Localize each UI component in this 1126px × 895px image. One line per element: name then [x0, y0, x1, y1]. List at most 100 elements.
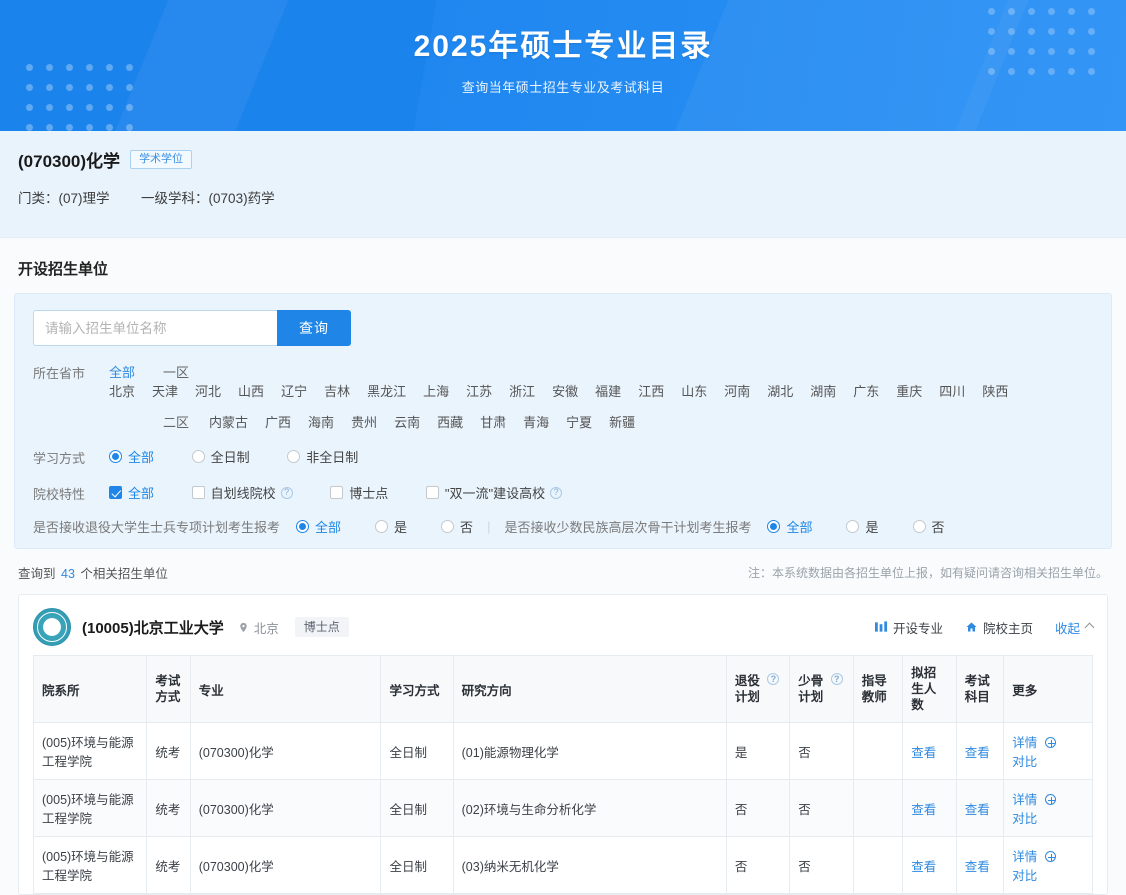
collapse-label: 收起 — [1055, 618, 1080, 637]
province-item[interactable]: 黑龙江 — [367, 381, 406, 400]
cell-study-mode: 全日制 — [381, 837, 453, 894]
school-feature-option-self-line[interactable]: 自划线院校 ? — [192, 483, 293, 502]
cell-major: (070300)化学 — [190, 837, 381, 894]
school-feature-option-double-first-class[interactable]: "双一流"建设高校 ? — [426, 483, 562, 502]
province-item[interactable]: 新疆 — [609, 412, 635, 431]
province-item[interactable]: 甘肃 — [480, 412, 506, 431]
help-icon[interactable]: ? — [831, 673, 843, 685]
compare-link[interactable]: 对比 — [1012, 812, 1037, 826]
page-subtitle: 查询当年硕士招生专业及考试科目 — [462, 77, 665, 96]
view-subjects-link[interactable]: 查看 — [965, 746, 990, 760]
province-item[interactable]: 重庆 — [896, 381, 922, 400]
cell-veteran-plan: 是 — [726, 723, 789, 780]
province-item[interactable]: 山西 — [238, 381, 264, 400]
degree-type-tag: 学术学位 — [130, 150, 192, 169]
detail-link[interactable]: 详情 — [1012, 850, 1037, 864]
detail-link[interactable]: 详情 — [1012, 793, 1037, 807]
view-subjects-link[interactable]: 查看 — [965, 803, 990, 817]
major-name: (070300)化学 — [18, 147, 120, 172]
search-button[interactable]: 查询 — [277, 310, 351, 346]
province-item[interactable]: 江苏 — [466, 381, 492, 400]
province-item[interactable]: 安徽 — [552, 381, 578, 400]
detail-link[interactable]: 详情 — [1012, 736, 1037, 750]
view-plan-count-link[interactable]: 查看 — [911, 803, 936, 817]
province-item[interactable]: 河北 — [195, 381, 221, 400]
th-study-mode: 学习方式 — [381, 656, 453, 723]
province-item[interactable]: 上海 — [423, 381, 449, 400]
cell-teacher — [853, 837, 902, 894]
province-item[interactable]: 宁夏 — [566, 412, 592, 431]
province-item[interactable]: 河南 — [724, 381, 750, 400]
province-item[interactable]: 青海 — [523, 412, 549, 431]
province-item[interactable]: 天津 — [152, 381, 178, 400]
province-item[interactable]: 江西 — [638, 381, 664, 400]
province-item[interactable]: 内蒙古 — [209, 412, 248, 431]
view-plan-count-link[interactable]: 查看 — [911, 860, 936, 874]
school-homepage-button[interactable]: 院校主页 — [965, 618, 1033, 637]
school-feature-option-doctoral[interactable]: 博士点 — [330, 483, 388, 502]
view-plan-count-link[interactable]: 查看 — [911, 746, 936, 760]
province-item[interactable]: 山东 — [681, 381, 707, 400]
minority-option-no[interactable]: 否 — [913, 517, 945, 536]
help-icon[interactable]: ? — [767, 673, 779, 685]
province-item[interactable]: 云南 — [394, 412, 420, 431]
option-label: 非全日制 — [306, 447, 358, 466]
province-item[interactable]: 陕西 — [982, 381, 1008, 400]
help-icon[interactable]: ? — [281, 487, 293, 499]
minority-option-all[interactable]: 全部 — [767, 517, 812, 536]
checkbox-icon — [109, 486, 122, 499]
majors-table-head: 院系所 考试方式 专业 学习方式 研究方向 退役计划 ? — [34, 656, 1093, 723]
province-item[interactable]: 福建 — [595, 381, 621, 400]
school-logo-seal: э — [37, 612, 67, 642]
province-item[interactable]: 广东 — [853, 381, 879, 400]
study-mode-option-fulltime[interactable]: 全日制 — [192, 447, 250, 466]
province-item[interactable]: 海南 — [308, 412, 334, 431]
veteran-option-all[interactable]: 全部 — [296, 517, 341, 536]
cell-teacher — [853, 780, 902, 837]
section-title: 开设招生单位 — [14, 238, 1112, 293]
province-item[interactable]: 辽宁 — [281, 381, 307, 400]
cell-minority-plan: 否 — [790, 723, 853, 780]
open-majors-button[interactable]: 开设专业 — [875, 618, 943, 637]
province-item[interactable]: 湖北 — [767, 381, 793, 400]
view-subjects-link[interactable]: 查看 — [965, 860, 990, 874]
province-item[interactable]: 广西 — [265, 412, 291, 431]
plus-circle-icon[interactable] — [1045, 737, 1056, 748]
zone-label-2[interactable]: 二区 — [163, 412, 209, 431]
study-mode-option-parttime[interactable]: 非全日制 — [287, 447, 358, 466]
compare-link[interactable]: 对比 — [1012, 755, 1037, 769]
cell-direction: (01)能源物理化学 — [453, 723, 726, 780]
help-icon[interactable]: ? — [550, 487, 562, 499]
minority-option-yes[interactable]: 是 — [846, 517, 878, 536]
major-meta: 门类：(07)理学 一级学科：(0703)药学 — [18, 187, 1108, 207]
province-all[interactable]: 全部 — [109, 362, 135, 381]
filter-row-study-mode: 学习方式 全部 全日制 非全日制 — [33, 447, 1093, 467]
veteran-option-yes[interactable]: 是 — [375, 517, 407, 536]
radio-icon — [375, 520, 388, 533]
page-title: 2025年硕士专业目录 — [414, 29, 713, 65]
province-item[interactable]: 浙江 — [509, 381, 535, 400]
study-mode-option-all[interactable]: 全部 — [109, 447, 154, 466]
cell-major: (070300)化学 — [190, 723, 381, 780]
zone-label-1[interactable]: 一区 — [163, 362, 209, 381]
province-item[interactable]: 北京 — [109, 381, 135, 400]
search-input[interactable] — [33, 310, 277, 346]
compare-link[interactable]: 对比 — [1012, 869, 1037, 883]
plus-circle-icon[interactable] — [1045, 851, 1056, 862]
cell-more: 详情对比 — [1004, 723, 1093, 780]
option-label: 全部 — [786, 517, 812, 536]
collapse-button[interactable]: 收起 — [1055, 618, 1093, 637]
category-value: (07)理学 — [59, 191, 110, 206]
province-item[interactable]: 西藏 — [437, 412, 463, 431]
veteran-option-no[interactable]: 否 — [441, 517, 473, 536]
province-item[interactable]: 贵州 — [351, 412, 377, 431]
school-feature-option-all[interactable]: 全部 — [109, 483, 154, 502]
school-card-actions: 开设专业 院校主页 收起 — [853, 618, 1093, 637]
province-item[interactable]: 湖南 — [810, 381, 836, 400]
school-name[interactable]: (10005)北京工业大学 — [82, 617, 224, 638]
majors-table-body: (005)环境与能源工程学院 统考 (070300)化学 全日制 (01)能源物… — [34, 723, 1093, 894]
plus-circle-icon[interactable] — [1045, 794, 1056, 805]
option-label: 是 — [865, 517, 878, 536]
province-item[interactable]: 四川 — [939, 381, 965, 400]
province-item[interactable]: 吉林 — [324, 381, 350, 400]
